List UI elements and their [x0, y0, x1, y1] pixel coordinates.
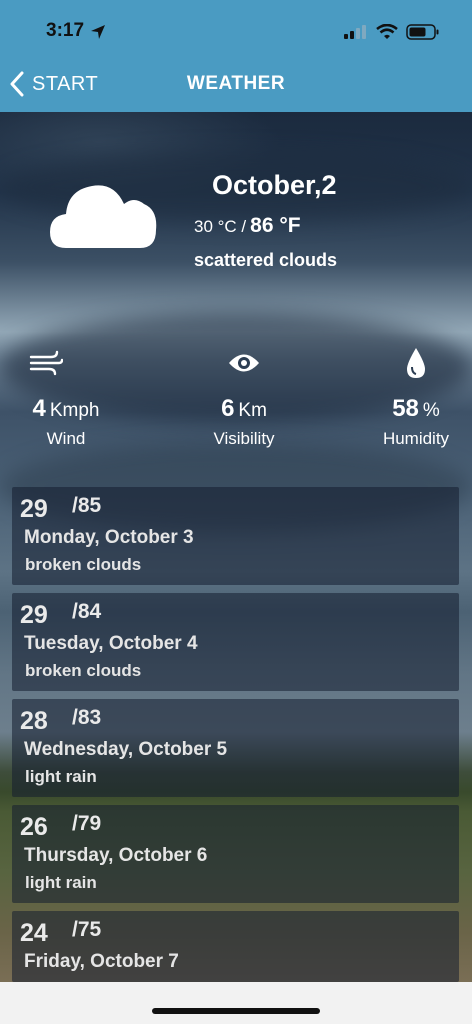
forecast-card[interactable]: 24 /75 Friday, October 7 — [12, 911, 459, 982]
forecast-condition: broken clouds — [25, 555, 142, 574]
forecast-high: 28 — [20, 707, 48, 735]
droplet-icon — [407, 348, 425, 378]
forecast-card[interactable]: 29 /84 Tuesday, October 4 broken clouds — [12, 593, 459, 691]
forecast-card[interactable]: 26 /79 Thursday, October 6 light rain — [12, 805, 459, 903]
forecast-day: Wednesday, October 5 — [24, 739, 228, 760]
temp-fahrenheit: 86 °F — [250, 214, 301, 237]
page-title: WEATHER — [186, 73, 286, 94]
forecast-low: /83 — [72, 706, 102, 729]
forecast-low: /75 — [72, 918, 102, 941]
forecast-high: 29 — [20, 601, 48, 629]
forecast-condition: light rain — [25, 767, 97, 786]
forecast-condition: light rain — [25, 873, 97, 892]
wind-label: Wind — [46, 429, 86, 448]
location-arrow-icon — [91, 25, 105, 39]
forecast-high: 24 — [20, 919, 48, 947]
current-date: October,2 — [212, 170, 337, 200]
home-indicator[interactable] — [152, 1008, 320, 1014]
forecast-condition: broken clouds — [25, 661, 142, 680]
stat-humidity: 58% Humidity — [346, 345, 472, 449]
nav-bar: START WEATHER — [0, 58, 472, 112]
current-temperature: 30 °C / 86 °F — [194, 214, 301, 238]
wind-unit: Kmph — [49, 400, 100, 421]
eye-icon — [229, 354, 259, 372]
forecast-card[interactable]: 29 /85 Monday, October 3 broken clouds — [12, 487, 459, 585]
wifi-icon — [376, 24, 398, 39]
forecast-card[interactable]: 28 /83 Wednesday, October 5 light rain — [12, 699, 459, 797]
forecast-day: Thursday, October 6 — [24, 845, 208, 866]
home-area — [0, 982, 472, 1024]
forecast-day: Monday, October 3 — [24, 527, 194, 548]
forecast-low: /79 — [72, 812, 102, 835]
humidity-unit: % — [422, 400, 440, 421]
forecast-low: /85 — [72, 494, 102, 517]
temp-celsius: 30 °C / — [194, 217, 247, 236]
wind-icon — [29, 350, 63, 376]
cloud-icon — [50, 185, 157, 248]
visibility-value: 6 — [221, 395, 235, 422]
forecast-low: /84 — [72, 600, 102, 623]
visibility-label: Visibility — [213, 429, 275, 448]
stat-visibility: 6 Km Visibility — [174, 345, 314, 449]
battery-icon — [406, 24, 439, 40]
forecast-day: Tuesday, October 4 — [24, 633, 198, 654]
forecast-high: 29 — [20, 495, 48, 523]
status-time: 3:17 — [46, 20, 85, 41]
visibility-unit: Km — [238, 400, 267, 421]
humidity-label: Humidity — [382, 429, 450, 448]
current-description: scattered clouds — [194, 250, 338, 270]
status-bar: 3:17 — [0, 0, 472, 58]
wind-value: 4 — [32, 395, 46, 422]
humidity-value: 58 — [392, 395, 419, 422]
cellular-signal-icon — [344, 25, 366, 39]
forecast-high: 26 — [20, 813, 48, 841]
forecast-day: Friday, October 7 — [24, 951, 179, 972]
stat-wind: 4 Kmph Wind — [0, 345, 116, 449]
